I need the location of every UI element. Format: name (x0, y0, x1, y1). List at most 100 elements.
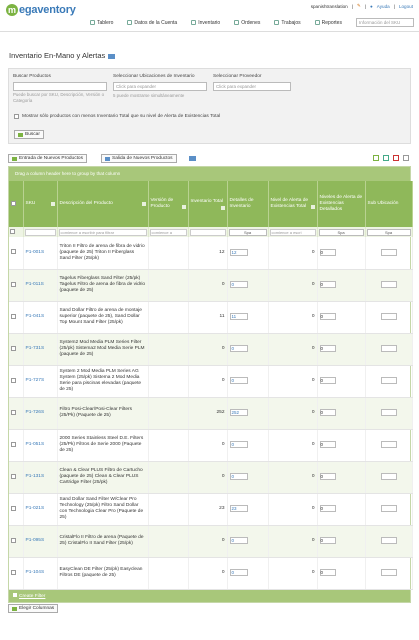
incoming-products-button[interactable]: Entrada de Nuevos Productos (8, 154, 87, 163)
create-filter-link[interactable]: Create Filter (19, 594, 45, 599)
sublocation-input[interactable] (380, 313, 397, 321)
sublocation-input[interactable] (380, 569, 397, 577)
filter-icon[interactable] (141, 202, 146, 206)
filter-icon[interactable] (50, 202, 55, 206)
col-header-details[interactable]: Detalles de Inventario (227, 181, 269, 227)
low-stock-checkbox[interactable] (14, 114, 19, 119)
sublocation-input[interactable] (380, 345, 397, 353)
sublocation-spa-button[interactable]: Spa (366, 228, 411, 236)
sublocation-input[interactable] (380, 505, 397, 513)
help-video-icon[interactable] (189, 156, 196, 161)
sku-link[interactable]: P1-011S (26, 282, 44, 287)
low-stock-filter[interactable]: Mostrar sólo productos con menos Inventa… (14, 114, 220, 119)
nav-tab-reportes[interactable]: Reportes (309, 17, 348, 28)
version-filter-input[interactable]: comience a (149, 228, 187, 236)
provider-select[interactable]: Click para expander (213, 82, 291, 91)
details-quantity-input[interactable]: 0 (229, 569, 248, 577)
sku-link[interactable]: P1-041S (26, 314, 45, 319)
row-checkbox[interactable] (11, 537, 16, 543)
sku-filter-input[interactable] (24, 228, 56, 236)
table-row[interactable]: P1-131S Clean & Clear PLUS Filtro de Cart… (9, 461, 413, 494)
details-quantity-input[interactable]: 252 (229, 409, 248, 417)
sku-link[interactable]: P1-731S (26, 346, 45, 351)
sku-link[interactable]: P1-131S (26, 474, 45, 479)
locations-select[interactable]: Click para expander (113, 82, 207, 91)
sublocation-input[interactable] (380, 281, 397, 289)
details-quantity-input[interactable]: 0 (229, 441, 248, 449)
sku-link[interactable]: P1-095S (26, 538, 45, 543)
details-quantity-input[interactable]: 23 (229, 505, 248, 513)
row-checkbox[interactable] (11, 377, 16, 383)
sublocation-input[interactable] (380, 537, 397, 545)
row-checkbox[interactable] (11, 409, 16, 415)
table-row[interactable]: P1-011S Tagelus Fiberglass Sand Filter (2… (9, 269, 413, 302)
print-icon[interactable] (403, 155, 409, 161)
sku-link[interactable]: P1-001S (26, 250, 45, 255)
alert-level-input[interactable]: 0 (319, 248, 336, 256)
filter-icon[interactable] (220, 205, 225, 210)
choose-columns-button[interactable]: Elegir Columnas (8, 604, 59, 613)
alert-level-input[interactable]: 0 (319, 345, 336, 353)
nav-tab-cuenta[interactable]: Datos de la Cuenta (121, 17, 183, 28)
sku-search-input[interactable]: Información del SKU (356, 18, 414, 27)
details-quantity-input[interactable]: 0 (229, 473, 248, 481)
table-row[interactable]: P1-041S Sand Dollar Filtro de arena de mo… (9, 301, 413, 334)
sku-link[interactable]: P1-727S (26, 378, 45, 383)
alert-level-input[interactable]: 0 (319, 377, 336, 385)
row-checkbox[interactable] (11, 473, 16, 479)
logout-link[interactable]: Logout (399, 4, 413, 9)
alert-level-input[interactable]: 0 (319, 409, 336, 417)
alert-detailed-spa-button[interactable]: Spa (318, 228, 364, 236)
filter-icon[interactable] (181, 205, 186, 209)
total-filter-input[interactable] (189, 228, 226, 236)
details-quantity-input[interactable]: 12 (229, 248, 248, 256)
row-checkbox[interactable] (11, 249, 16, 255)
table-row[interactable]: P1-001S Triton II Filtro de arena de fibr… (9, 237, 413, 270)
table-row[interactable]: P1-104S EasyClean DE Filter (25/pk) Easyc… (9, 557, 413, 590)
pencil-icon[interactable]: ✎ (357, 3, 361, 9)
col-header-alert-detailed[interactable]: Niveles de Alerta de Existencias Detalla… (317, 181, 366, 227)
refresh-icon[interactable] (373, 155, 379, 161)
app-logo[interactable]: m egaventory (6, 3, 76, 17)
nav-tab-inventario[interactable]: Inventario (185, 17, 226, 28)
description-filter-input[interactable]: comience a escribir para filtrar (58, 228, 147, 236)
alert-level-input[interactable]: 0 (319, 473, 336, 481)
alert-level-input[interactable]: 0 (319, 569, 336, 577)
sublocation-input[interactable] (380, 377, 397, 385)
row-checkbox[interactable] (11, 345, 16, 351)
details-quantity-input[interactable]: 0 (229, 281, 248, 289)
table-row[interactable]: P1-731S System2 Mod Media PLM Series Filt… (9, 333, 413, 366)
details-spa-button[interactable]: Spa (228, 228, 267, 236)
excel-export-icon[interactable] (383, 155, 389, 161)
table-row[interactable]: P1-051S 2000 Series Stainless Steel D.E. … (9, 429, 413, 462)
col-header-alert-total[interactable]: Nivel de Alerta de Existencias Total (268, 181, 318, 227)
nav-tab-ordenes[interactable]: Ordenes (228, 17, 266, 28)
alert-filter-input[interactable]: comience a escri (269, 228, 316, 236)
details-quantity-input[interactable]: 0 (229, 345, 248, 353)
sku-link[interactable]: P1-104S (26, 570, 45, 575)
alert-level-input[interactable]: 0 (319, 281, 336, 289)
help-video-icon[interactable] (108, 53, 116, 59)
details-quantity-input[interactable]: 0 (229, 537, 248, 545)
nav-tab-tablero[interactable]: Tablero (84, 17, 119, 28)
sublocation-input[interactable] (380, 473, 397, 481)
sublocation-input[interactable] (380, 248, 397, 256)
sublocation-input[interactable] (380, 409, 397, 417)
products-search-input[interactable] (13, 82, 107, 91)
alert-level-input[interactable]: 0 (319, 313, 336, 321)
col-header-description[interactable]: Descripción del Producto (57, 181, 149, 227)
table-row[interactable]: P1-726S Filtro Posi-Clear/Posi-Clear Filt… (9, 397, 413, 430)
row-checkbox[interactable] (11, 569, 16, 575)
table-row[interactable]: P1-095S CristalFlo II Filtro de arena (Pa… (9, 525, 413, 558)
pdf-export-icon[interactable] (393, 155, 399, 161)
col-header-sublocation[interactable]: Sub Ubicación (365, 181, 413, 227)
outgoing-products-button[interactable]: Salida de Nuevos Productos (101, 154, 177, 163)
sublocation-input[interactable] (380, 441, 397, 449)
filter-checkbox[interactable] (10, 229, 15, 235)
row-checkbox[interactable] (11, 313, 16, 319)
alert-level-input[interactable]: 0 (319, 537, 336, 545)
alert-level-input[interactable]: 0 (319, 505, 336, 513)
alert-level-input[interactable]: 0 (319, 441, 336, 449)
sku-link[interactable]: P1-051S (26, 442, 45, 447)
help-link[interactable]: Ayuda (377, 4, 390, 9)
